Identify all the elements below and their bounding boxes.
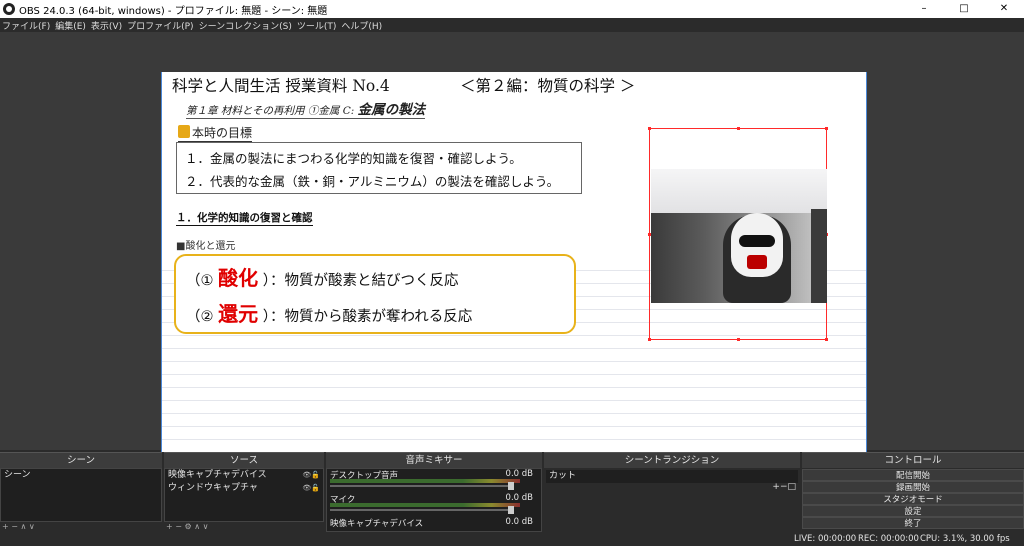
goal-item: ２．代表的な金属（鉄・銅・アルミニウム）の製法を確認しよう。 <box>185 174 560 189</box>
transitions-panel: カット +−□ <box>544 468 800 522</box>
slide-subtitle-big: 金属の製法 <box>357 102 426 118</box>
volume-slider-knob[interactable] <box>508 506 514 514</box>
mixer-channels: デスクトップ音声 0.0 dB マイク 0.0 dB 映像キャプチャデバイス 0… <box>326 468 542 532</box>
resize-handle[interactable] <box>648 338 651 341</box>
menu-edit[interactable]: 編集(E) <box>53 19 89 32</box>
subsection-heading: ■酸化と還元 <box>176 241 236 252</box>
definition-key: 還元 <box>218 302 259 326</box>
webcam-feed <box>651 169 827 303</box>
scenes-list[interactable]: シーン <box>0 468 162 522</box>
transition-tools[interactable]: +−□ <box>772 482 796 492</box>
maximize-button[interactable]: □ <box>944 0 984 18</box>
definition-key: 酸化 <box>218 266 259 290</box>
volume-meter <box>330 503 520 507</box>
channel-db: 0.0 dB <box>505 493 533 503</box>
preview-canvas[interactable]: 科学と人間生活 授業資料 No.4 ＜第２編：物質の科学 ＞ 第１章 材料とその… <box>161 72 867 472</box>
mixer-channel: デスクトップ音声 0.0 dB <box>327 469 541 493</box>
menu-bar: ファイル(F) 編集(E) 表示(V) プロファイル(P) シーンコレクション(… <box>0 18 1024 32</box>
menu-tools[interactable]: ツール(T) <box>295 19 340 32</box>
menu-scene-collection[interactable]: シーンコレクション(S) <box>197 19 295 32</box>
slide-title: 科学と人間生活 授業資料 No.4 ＜第２編：物質の科学 ＞ <box>172 74 635 96</box>
window-titlebar: OBS 24.0.3 (64-bit, windows) - プロファイル: 無… <box>0 0 1024 18</box>
transition-select[interactable]: カット <box>546 470 798 483</box>
settings-button[interactable]: 設定 <box>802 505 1024 517</box>
sources-dock-title: ソース <box>164 452 324 468</box>
controls-dock: コントロール 配信開始 録画開始 スタジオモード 設定 終了 <box>802 452 1024 532</box>
goal-heading: 本時の目標 <box>178 124 253 142</box>
goal-heading-text: 本時の目標 <box>192 126 253 140</box>
volume-meter <box>330 479 520 483</box>
scene-item[interactable]: シーン <box>1 469 161 482</box>
webcam-right-edge <box>811 209 827 303</box>
sources-dock: ソース 映像キャプチャデバイス 👁🔓 ウィンドウキャプチャ 👁🔓 + − ⚙ ∧… <box>164 452 324 532</box>
channel-db: 0.0 dB <box>505 469 533 479</box>
exit-button[interactable]: 終了 <box>802 517 1024 529</box>
controls-buttons: 配信開始 録画開始 スタジオモード 設定 終了 <box>802 469 1024 529</box>
dock-area: シーン シーン + − ∧ ∨ ソース 映像キャプチャデバイス 👁🔓 ウィンドウ… <box>0 452 1024 546</box>
status-live: LIVE: 00:00:00 <box>794 534 857 544</box>
volume-slider-knob[interactable] <box>508 482 514 490</box>
pointing-hand-icon <box>178 125 190 138</box>
slide-part-label: ＜第２編：物質の科学 ＞ <box>460 77 636 95</box>
definition-prefix: （② <box>186 309 214 325</box>
scene-transitions-dock: シーントランジション カット +−□ <box>544 452 800 532</box>
slide-title-text: 科学と人間生活 授業資料 No.4 <box>172 77 390 95</box>
webcam-source-bbox[interactable] <box>648 127 828 341</box>
source-item[interactable]: 映像キャプチャデバイス 👁🔓 <box>165 469 323 482</box>
transitions-dock-title: シーントランジション <box>544 452 800 468</box>
menu-view[interactable]: 表示(V) <box>89 19 125 32</box>
definition-box: （① 酸化 ）：物質が酸素と結びつく反応 （② 還元 ）：物質から酸素が奪われる… <box>174 254 576 334</box>
webcam-ceiling <box>651 169 827 213</box>
channel-db: 0.0 dB <box>505 517 533 527</box>
goal-item: １．金属の製法にまつわる化学的知識を復習・確認しよう。 <box>185 151 522 166</box>
source-item-label: 映像キャプチャデバイス <box>168 470 267 480</box>
section-heading: １．化学的知識の復習と確認 <box>176 212 313 226</box>
volume-slider[interactable] <box>330 485 510 487</box>
sources-list[interactable]: 映像キャプチャデバイス 👁🔓 ウィンドウキャプチャ 👁🔓 <box>164 468 324 522</box>
definition-prefix: （① <box>186 273 214 289</box>
goal-box: １．金属の製法にまつわる化学的知識を復習・確認しよう。 ２．代表的な金属（鉄・銅… <box>176 142 582 194</box>
mixer-dock-title: 音声ミキサー <box>326 452 542 468</box>
source-item-label: ウィンドウキャプチャ <box>168 483 258 493</box>
wrestling-mask <box>731 213 783 277</box>
window-controls: – □ ✕ <box>904 0 1024 18</box>
visibility-lock-icon[interactable]: 👁🔓 <box>302 482 320 495</box>
menu-help[interactable]: ヘルプ(H) <box>339 19 385 32</box>
resize-handle[interactable] <box>737 127 740 130</box>
studio-mode-button[interactable]: スタジオモード <box>802 493 1024 505</box>
resize-handle[interactable] <box>825 127 828 130</box>
close-button[interactable]: ✕ <box>984 0 1024 18</box>
preview-area[interactable]: 科学と人間生活 授業資料 No.4 ＜第２編：物質の科学 ＞ 第１章 材料とその… <box>0 32 1024 472</box>
window-title: OBS 24.0.3 (64-bit, windows) - プロファイル: 無… <box>19 5 328 17</box>
visibility-lock-icon[interactable]: 👁🔓 <box>302 469 320 482</box>
controls-dock-title: コントロール <box>802 452 1024 468</box>
channel-name: 映像キャプチャデバイス <box>330 519 424 529</box>
resize-handle[interactable] <box>825 338 828 341</box>
definition-row: （① 酸化 ）：物質が酸素と結びつく反応 <box>186 260 574 296</box>
definition-text: ）：物質が酸素と結びつく反応 <box>262 273 459 289</box>
resize-handle[interactable] <box>737 338 740 341</box>
scenes-toolbar[interactable]: + − ∧ ∨ <box>2 522 35 531</box>
mixer-channel: マイク 0.0 dB <box>327 493 541 517</box>
slide-subtitle: 第１章 材料とその再利用 ①金属 C: 金属の製法 <box>186 98 426 119</box>
minimize-button[interactable]: – <box>904 0 944 18</box>
definition-text: ）：物質から酸素が奪われる反応 <box>262 309 473 325</box>
menu-profile[interactable]: プロファイル(P) <box>125 19 196 32</box>
sources-toolbar[interactable]: + − ⚙ ∧ ∨ <box>166 522 208 531</box>
audio-mixer-dock: 音声ミキサー デスクトップ音声 0.0 dB マイク 0.0 dB 映像キャプチ… <box>326 452 542 532</box>
scenes-dock-title: シーン <box>0 452 162 468</box>
status-rec: REC: 00:00:00 <box>858 534 919 544</box>
resize-handle[interactable] <box>648 127 651 130</box>
slide-subtitle-small: 第１章 材料とその再利用 ①金属 C: <box>186 105 355 117</box>
volume-slider[interactable] <box>330 509 510 511</box>
start-streaming-button[interactable]: 配信開始 <box>802 469 1024 481</box>
status-cpu: CPU: 3.1%, 30.00 fps <box>920 534 1010 544</box>
obs-logo-icon <box>3 3 15 15</box>
definition-row: （② 還元 ）：物質から酸素が奪われる反応 <box>186 296 574 332</box>
source-item[interactable]: ウィンドウキャプチャ 👁🔓 <box>165 482 323 495</box>
scenes-dock: シーン シーン + − ∧ ∨ <box>0 452 162 532</box>
menu-file[interactable]: ファイル(F) <box>0 19 53 32</box>
status-bar: LIVE: 00:00:00 REC: 00:00:00 CPU: 3.1%, … <box>0 533 1024 546</box>
start-recording-button[interactable]: 録画開始 <box>802 481 1024 493</box>
